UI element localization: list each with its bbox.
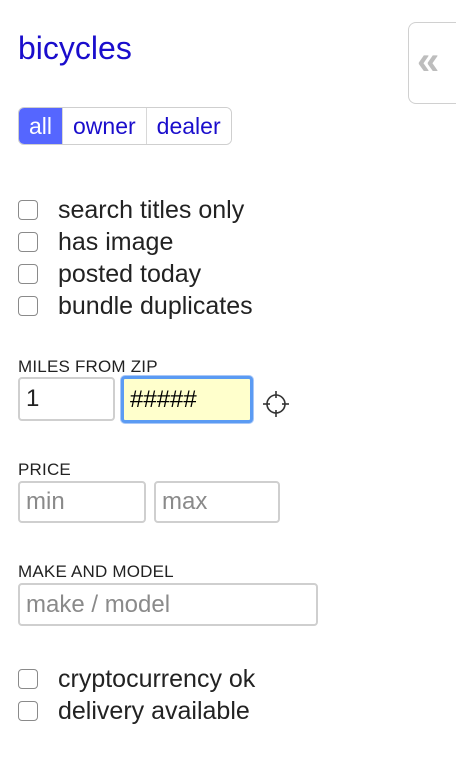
seller-type-tabs: all owner dealer xyxy=(18,107,232,145)
make-and-model-label: MAKE AND MODEL xyxy=(18,562,174,581)
filter-cryptocurrency-ok[interactable]: cryptocurrency ok xyxy=(18,663,255,695)
postal-code-input[interactable]: ##### xyxy=(121,376,253,423)
miles-from-zip-label: MILES FROM ZIP xyxy=(18,357,158,376)
filter-label: cryptocurrency ok xyxy=(58,664,256,693)
filter-label: search titles only xyxy=(58,195,245,224)
extra-filters: cryptocurrency ok delivery available xyxy=(18,663,255,727)
filter-has-image[interactable]: has image xyxy=(18,226,253,258)
double-chevron-left-icon: « xyxy=(417,39,440,83)
checkbox[interactable] xyxy=(18,232,38,252)
max-price-input[interactable]: max xyxy=(154,481,280,523)
min-price-input[interactable]: min xyxy=(18,481,146,523)
tab-dealer[interactable]: dealer xyxy=(145,108,231,144)
page-title: bicycles xyxy=(18,30,132,66)
search-filters: search titles only has image posted toda… xyxy=(18,194,253,322)
filter-label: delivery available xyxy=(58,696,250,725)
checkbox[interactable] xyxy=(18,701,38,721)
filter-bundle-duplicates[interactable]: bundle duplicates xyxy=(18,290,253,322)
filter-label: posted today xyxy=(58,259,202,288)
filter-search-titles-only[interactable]: search titles only xyxy=(18,194,253,226)
make-model-input[interactable]: make / model xyxy=(18,583,318,626)
price-label: PRICE xyxy=(18,460,71,479)
checkbox[interactable] xyxy=(18,264,38,284)
tab-all[interactable]: all xyxy=(19,108,63,144)
checkbox[interactable] xyxy=(18,200,38,220)
filter-label: has image xyxy=(58,227,174,256)
tab-owner[interactable]: owner xyxy=(62,108,146,144)
filter-posted-today[interactable]: posted today xyxy=(18,258,253,290)
checkbox[interactable] xyxy=(18,296,38,316)
filter-delivery-available[interactable]: delivery available xyxy=(18,695,255,727)
checkbox[interactable] xyxy=(18,669,38,689)
search-distance-input[interactable]: 1 xyxy=(18,377,115,421)
crosshair-icon[interactable] xyxy=(262,390,290,418)
filter-label: bundle duplicates xyxy=(58,291,253,320)
collapse-panel-button[interactable]: « xyxy=(408,22,456,104)
